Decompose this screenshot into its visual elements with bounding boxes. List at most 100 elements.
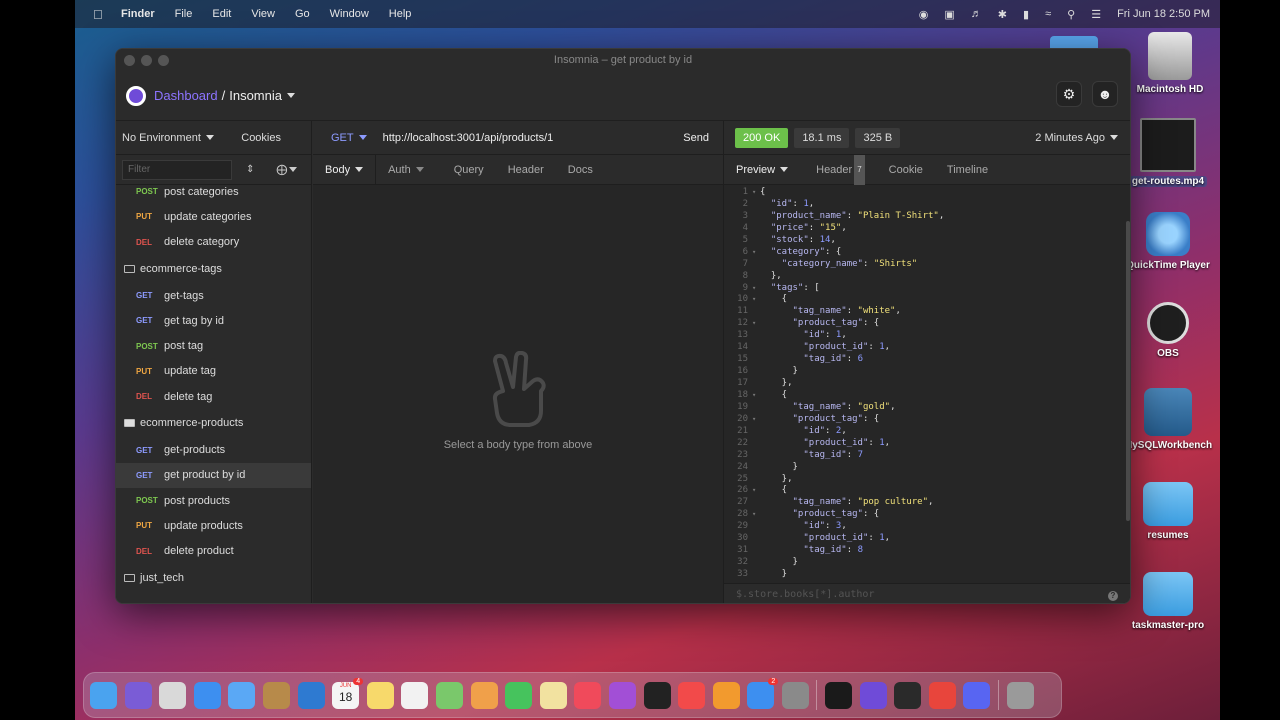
dock-trash-icon[interactable] [1006, 681, 1034, 709]
tab-query[interactable]: Query [442, 155, 496, 185]
dock-freeform-icon[interactable] [539, 681, 567, 709]
menu-edit[interactable]: Edit [212, 8, 231, 20]
dock-books-icon[interactable] [712, 681, 740, 709]
desktop-icon-resumes[interactable]: resumes [1123, 482, 1213, 541]
tab-timeline[interactable]: Timeline [935, 155, 1000, 185]
sidebar-item-update-categories[interactable]: PUT update categories [116, 204, 311, 229]
fold-toggle-icon[interactable]: ▾ [752, 187, 760, 199]
menu-finder[interactable]: Finder [121, 8, 155, 20]
tab-header[interactable]: Header [496, 155, 556, 185]
fold-toggle-icon[interactable]: ▾ [752, 414, 760, 426]
insomnia-logo-icon[interactable] [126, 85, 146, 106]
tab-body[interactable]: Body [313, 154, 377, 185]
dock-facetime-icon[interactable] [505, 681, 533, 709]
tab-auth[interactable]: Auth [376, 155, 436, 185]
chevron-down-icon[interactable] [289, 167, 298, 172]
fold-toggle-icon[interactable]: ▾ [752, 318, 760, 330]
dock-finder-icon[interactable] [90, 681, 117, 709]
sidebar-item-delete-tag[interactable]: DEL delete tag [116, 384, 311, 409]
sidebar-item-delete-category[interactable]: DEL delete category [116, 230, 311, 255]
zoom-window-button[interactable] [158, 55, 169, 66]
url-input[interactable]: http://localhost:3001/api/products/1 [383, 132, 554, 144]
breadcrumb-dashboard[interactable]: Dashboard [154, 88, 218, 103]
desktop-icon-obs[interactable]: OBS [1123, 302, 1213, 359]
sidebar-item-post-categories[interactable]: POST post categories [116, 179, 311, 204]
dock-notefile-icon[interactable] [262, 681, 290, 709]
dock-maps-icon[interactable] [435, 681, 463, 709]
menu-go[interactable]: Go [295, 8, 310, 20]
volume-icon[interactable]: ♬ [971, 8, 982, 20]
fold-toggle-icon[interactable]: ▾ [752, 485, 760, 497]
chevron-down-icon[interactable] [286, 93, 295, 98]
search-icon[interactable]: ⚲ [1067, 8, 1075, 21]
battery-icon[interactable]: ▮ [1023, 8, 1029, 21]
menu-view[interactable]: View [251, 8, 275, 20]
sidebar-item-get-products[interactable]: GET get-products [116, 437, 311, 462]
dock-vscode-icon[interactable] [297, 681, 325, 709]
clipboard-icon[interactable]: ▣ [944, 8, 954, 21]
focus-icon[interactable]: ◉ [919, 8, 929, 21]
scrollbar[interactable] [1126, 221, 1130, 521]
dock-insomnia-icon[interactable] [859, 681, 887, 709]
cookies-button[interactable]: Cookies [241, 132, 281, 144]
menubar-clock[interactable]: Fri Jun 18 2:50 PM [1117, 8, 1210, 20]
dock-mail-icon[interactable] [228, 681, 256, 709]
sidebar-item-get-tags[interactable]: GET get-tags [116, 283, 311, 308]
dock-siri-icon[interactable] [124, 681, 152, 709]
tab-preview[interactable]: Preview [724, 155, 800, 185]
environment-select[interactable]: No Environment [122, 132, 214, 144]
bluetooth-icon[interactable]: ✱ [998, 8, 1007, 21]
dock-photos-icon[interactable] [470, 681, 498, 709]
fold-toggle-icon[interactable]: ▾ [752, 247, 760, 259]
dock-obs-icon[interactable] [894, 681, 922, 709]
folder-just_tech[interactable]: just_tech [116, 564, 311, 592]
tab-cookie[interactable]: Cookie [877, 155, 935, 185]
sidebar-item-update-products[interactable]: PUT update products [116, 513, 311, 538]
sidebar-item-delete-product[interactable]: DEL delete product [116, 539, 311, 564]
json-filter-input[interactable]: $.store.books[*].author [724, 583, 1130, 603]
dock-chrome-icon[interactable] [928, 681, 956, 709]
desktop-icon-taskmaster-pro[interactable]: taskmaster-pro [1123, 572, 1213, 631]
folder-ecommerce-products[interactable]: ecommerce-products [116, 409, 311, 437]
dock-appstore-icon[interactable]: 2 [747, 677, 779, 709]
dock-reminders-icon[interactable] [401, 681, 429, 709]
dock-launchpad-icon[interactable] [159, 681, 187, 709]
sidebar-item-post-products[interactable]: POST post products [116, 488, 311, 513]
apple-icon[interactable]:  [93, 7, 105, 22]
folder-ecommerce-tags[interactable]: ecommerce-tags [116, 255, 311, 283]
desktop-icon-mysqlworkbench[interactable]: MySQLWorkbench [1123, 388, 1213, 451]
fold-toggle-icon[interactable]: ▾ [752, 283, 760, 295]
sidebar-item-post-tag[interactable]: POST post tag [116, 333, 311, 358]
tab-response-header[interactable]: Header 7 [804, 154, 877, 185]
sort-icon[interactable]: ⇕ [246, 164, 254, 175]
add-item-icon[interactable]: ⨁ [276, 163, 287, 176]
menu-file[interactable]: File [175, 8, 193, 20]
dock-settings-icon[interactable] [781, 681, 809, 709]
method-select[interactable]: GET [331, 132, 367, 144]
dock-safari-icon[interactable] [193, 681, 221, 709]
sidebar-item-update-tag[interactable]: PUT update tag [116, 359, 311, 384]
dock-music-icon[interactable] [574, 681, 602, 709]
minimize-window-button[interactable] [141, 55, 152, 66]
help-icon[interactable]: ? [1108, 591, 1118, 601]
dock-news-icon[interactable] [678, 681, 706, 709]
response-history-select[interactable]: 2 Minutes Ago [1035, 132, 1118, 144]
dock-discord-icon[interactable] [963, 681, 991, 709]
desktop-icon-macintosh-hd[interactable]: Macintosh HD [1125, 32, 1215, 95]
sidebar-item-get-tag-by-id[interactable]: GET get tag by id [116, 308, 311, 333]
desktop-icon-quicktime[interactable]: QuickTime Player [1123, 212, 1213, 271]
desktop-icon-video[interactable]: get-routes.mp4 [1123, 118, 1213, 187]
control-center-icon[interactable]: ☰ [1091, 8, 1101, 21]
sidebar-filter-input[interactable]: Filter [122, 159, 232, 180]
fold-toggle-icon[interactable]: ▾ [752, 509, 760, 521]
settings-gear-icon[interactable]: ⚙ [1056, 81, 1082, 107]
breadcrumb-workspace[interactable]: Insomnia [229, 88, 282, 103]
fold-toggle-icon[interactable]: ▾ [752, 390, 760, 402]
dock-notes-icon[interactable] [366, 681, 394, 709]
response-json-viewer[interactable]: 1 ▾{2 "id": 1, 3 "product_name": "Plain T-… [724, 187, 1130, 583]
tab-docs[interactable]: Docs [556, 155, 605, 185]
dock-calendar-icon[interactable]: JUN 18 4 [332, 677, 364, 709]
dock-tv-icon[interactable] [643, 681, 671, 709]
menu-help[interactable]: Help [389, 8, 412, 20]
sidebar-item-get-product-by-id[interactable]: GET get product by id [116, 462, 311, 488]
